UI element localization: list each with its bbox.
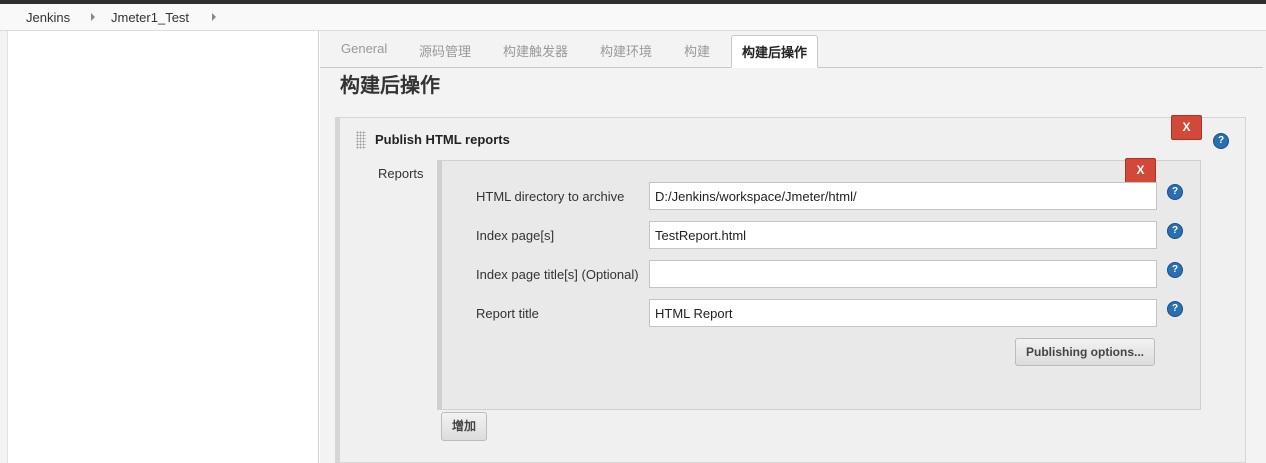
index-page-titles-label: Index page title[s] (Optional)	[476, 267, 639, 282]
breadcrumb-separator-icon[interactable]	[212, 13, 216, 21]
tab-general[interactable]: General	[341, 41, 387, 56]
delete-publisher-button[interactable]: X	[1171, 115, 1202, 140]
reports-label: Reports	[378, 166, 424, 181]
delete-report-button[interactable]: X	[1125, 158, 1156, 183]
help-icon[interactable]: ?	[1167, 223, 1183, 239]
add-report-button[interactable]: 增加	[441, 412, 487, 441]
help-icon[interactable]: ?	[1167, 262, 1183, 278]
breadcrumb-jenkins[interactable]: Jenkins	[26, 10, 70, 25]
tab-build-environment[interactable]: 构建环境	[600, 41, 652, 60]
tab-post-build-actions[interactable]: 构建后操作	[731, 35, 819, 68]
help-icon[interactable]: ?	[1167, 184, 1183, 200]
sidebar-edge	[0, 31, 8, 463]
html-directory-input[interactable]	[649, 182, 1157, 210]
breadcrumb-separator-icon[interactable]	[91, 13, 95, 21]
tab-source-code-management[interactable]: 源码管理	[419, 41, 471, 60]
breadcrumb: Jenkins Jmeter1_Test	[0, 4, 1266, 31]
tab-build[interactable]: 构建	[684, 41, 710, 60]
report-title-label: Report title	[476, 306, 539, 321]
publishing-options-button[interactable]: Publishing options...	[1015, 338, 1155, 366]
sidebar	[0, 31, 319, 463]
tab-build-triggers[interactable]: 构建触发器	[503, 41, 568, 60]
help-icon[interactable]: ?	[1167, 301, 1183, 317]
breadcrumb-job[interactable]: Jmeter1_Test	[111, 10, 189, 25]
report-title-input[interactable]	[649, 299, 1157, 327]
config-tabs: General 源码管理 构建触发器 构建环境 构建 构建后操作	[320, 31, 1263, 68]
index-pages-label: Index page[s]	[476, 228, 555, 243]
index-pages-input[interactable]	[649, 221, 1157, 249]
html-directory-label: HTML directory to archive	[476, 189, 625, 204]
drag-handle-icon[interactable]	[356, 131, 366, 149]
publisher-title: Publish HTML reports	[375, 132, 510, 147]
help-icon[interactable]: ?	[1213, 133, 1229, 149]
index-page-titles-input[interactable]	[649, 260, 1157, 288]
section-title: 构建后操作	[340, 75, 440, 97]
